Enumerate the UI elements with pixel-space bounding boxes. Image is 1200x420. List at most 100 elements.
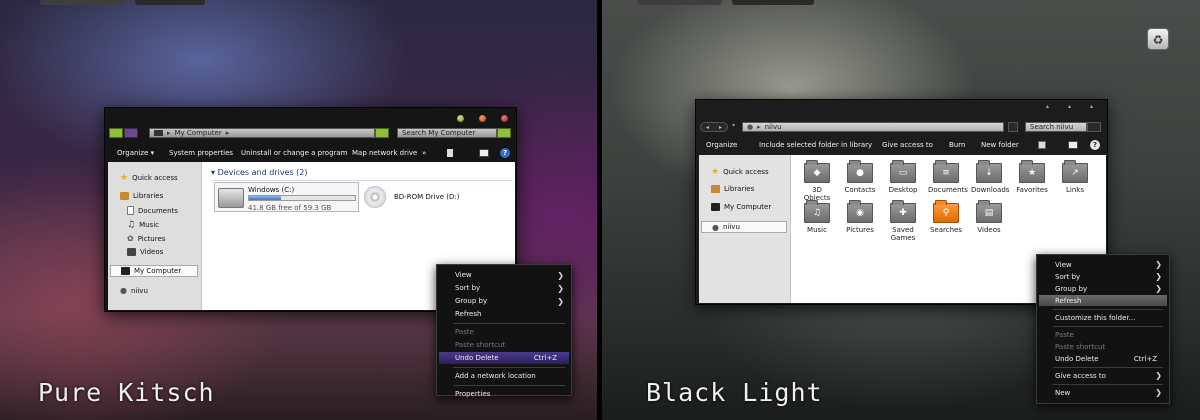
folder-icon: ♫ xyxy=(804,200,830,223)
help-icon[interactable]: ? xyxy=(1090,140,1100,150)
toolbar-map-drive[interactable]: Map network drive xyxy=(352,149,417,157)
nav-item-my-computer[interactable]: My Computer xyxy=(110,265,198,277)
nav-item-quick-access[interactable]: ★ Quick access xyxy=(120,173,178,183)
folder-icon: ◉ xyxy=(847,200,873,223)
search-button[interactable] xyxy=(497,128,511,138)
menu-item-new[interactable]: New ❯ xyxy=(1037,387,1169,398)
menu-item-properties[interactable]: Properties xyxy=(437,388,571,400)
back-forward-buttons[interactable]: ◂ ▸ xyxy=(700,122,728,132)
menu-item-paste-shortcut: Paste shortcut xyxy=(437,339,571,351)
back-arrow-icon[interactable]: ◂ xyxy=(706,124,709,131)
nav-item-libraries[interactable]: Libraries xyxy=(120,192,163,200)
toolbar-uninstall[interactable]: Uninstall or change a program xyxy=(241,149,348,157)
menu-item-label: Refresh xyxy=(1055,296,1082,305)
minimize-button[interactable]: ▴ xyxy=(1046,103,1049,110)
search-input[interactable]: Search niivu xyxy=(1025,122,1087,132)
menu-item-group-by[interactable]: Group by ❯ xyxy=(1037,283,1169,294)
menu-item-view[interactable]: View ❯ xyxy=(1037,259,1169,270)
computer-icon xyxy=(121,267,130,275)
folder-label: Links xyxy=(1066,186,1084,194)
close-button[interactable]: ▴ xyxy=(1090,103,1093,110)
section-header[interactable]: ▾ Devices and drives (2) xyxy=(211,168,308,177)
menu-item-refresh[interactable]: Refresh xyxy=(1039,295,1167,306)
folder-glyph-icon: ≡ xyxy=(942,168,950,178)
nav-item-my-computer[interactable]: My Computer xyxy=(711,203,771,211)
submenu-arrow-icon: ❯ xyxy=(557,296,564,306)
nav-item-user[interactable]: ● niivu xyxy=(120,286,148,295)
breadcrumb-arrow-icon: ▸ xyxy=(225,129,230,137)
folder-videos[interactable]: ▤ Videos xyxy=(971,200,1007,234)
view-options-icon[interactable] xyxy=(1038,141,1046,149)
toolbar-organize[interactable]: Organize ▾ xyxy=(117,149,154,157)
minimize-button[interactable] xyxy=(457,115,464,122)
top-tab xyxy=(40,0,126,5)
menu-item-sort-by[interactable]: Sort by ❯ xyxy=(437,282,571,294)
folder-glyph-icon: ↗ xyxy=(1071,168,1079,178)
folder-pictures[interactable]: ◉ Pictures xyxy=(842,200,878,234)
preview-pane-icon[interactable] xyxy=(479,149,489,157)
folder-searches[interactable]: ⚲ Searches xyxy=(928,200,964,234)
drive-d-tile[interactable]: BD-ROM Drive (D:) xyxy=(364,184,484,210)
toolbar-give-access[interactable]: Give access to xyxy=(882,141,933,149)
nav-item-pictures[interactable]: ✿ Pictures xyxy=(127,234,165,243)
menu-item-undo-delete[interactable]: Undo Delete Ctrl+Z xyxy=(439,352,569,364)
recent-locations-icon[interactable]: ▾ xyxy=(732,122,735,129)
folder-3d-objects[interactable]: ◆ 3D Objects xyxy=(799,160,835,202)
folder-favorites[interactable]: ★ Favorites xyxy=(1014,160,1050,194)
search-button[interactable] xyxy=(1087,122,1101,132)
forward-arrow-icon[interactable]: ▸ xyxy=(719,124,722,131)
close-button[interactable] xyxy=(501,115,508,122)
context-menu: View ❯ Sort by ❯ Group by ❯ Refresh Customize t… xyxy=(1036,254,1170,404)
recycle-bin-icon[interactable]: ♻ xyxy=(1147,28,1169,50)
menu-item-give-access-to[interactable]: Give access to ❯ xyxy=(1037,370,1169,381)
help-icon[interactable]: ? xyxy=(500,148,510,158)
menu-item-label: View xyxy=(455,271,472,279)
search-input[interactable]: Search My Computer xyxy=(397,128,497,138)
nav-item-videos[interactable]: Videos xyxy=(127,248,163,256)
folder-saved-games[interactable]: ✚ Saved Games xyxy=(885,200,921,242)
maximize-button[interactable] xyxy=(479,115,486,122)
folder-documents[interactable]: ≡ Documents xyxy=(928,160,968,194)
nav-item-music[interactable]: ♫ Music xyxy=(127,220,159,230)
refresh-button[interactable] xyxy=(1008,122,1018,132)
folder-icon: ✚ xyxy=(890,200,916,223)
toolbar-system-properties[interactable]: System properties xyxy=(169,149,233,157)
menu-item-group-by[interactable]: Group by ❯ xyxy=(437,295,571,307)
go-button[interactable] xyxy=(375,128,389,138)
nav-item-quick-access[interactable]: ★ Quick access xyxy=(711,167,769,177)
maximize-button[interactable]: ▴ xyxy=(1068,103,1071,110)
nav-item-user[interactable]: ● niivu xyxy=(701,221,787,233)
nav-item-libraries[interactable]: Libraries xyxy=(711,185,754,193)
toolbar-include-in-library[interactable]: Include selected folder in library xyxy=(759,141,872,149)
menu-item-customize-this-folder[interactable]: Customize this folder... xyxy=(1037,312,1169,323)
preview-pane-icon[interactable] xyxy=(1068,141,1078,149)
user-icon: ● xyxy=(747,123,754,131)
view-options-icon[interactable] xyxy=(447,149,453,157)
navigation-pane: ★ Quick access Libraries Documents ♫ Mus… xyxy=(108,162,202,310)
address-bar[interactable]: ▸ My Computer ▸ xyxy=(149,128,375,138)
toolbar-organize[interactable]: Organize xyxy=(706,141,737,149)
folder-label: Searches xyxy=(929,226,962,234)
folder-contacts[interactable]: ● Contacts xyxy=(842,160,878,194)
command-bar: Organize Include selected folder in libr… xyxy=(706,140,1102,150)
forward-button[interactable] xyxy=(124,128,138,138)
folder-desktop[interactable]: ▭ Desktop xyxy=(885,160,921,194)
menu-separator xyxy=(1053,309,1163,310)
menu-item-sort-by[interactable]: Sort by ❯ xyxy=(1037,271,1169,282)
menu-item-paste: Paste xyxy=(437,326,571,338)
toolbar-burn[interactable]: Burn xyxy=(949,141,965,149)
toolbar-new-folder[interactable]: New folder xyxy=(981,141,1019,149)
menu-item-view[interactable]: View ❯ xyxy=(437,269,571,281)
menu-item-undo-delete[interactable]: Undo Delete Ctrl+Z xyxy=(1037,353,1169,364)
address-bar[interactable]: ● ▸ niivu xyxy=(742,122,1004,132)
folder-downloads[interactable]: ↓ Downloads xyxy=(971,160,1009,194)
folder-music[interactable]: ♫ Music xyxy=(799,200,835,234)
toolbar-more[interactable]: » xyxy=(422,149,426,157)
nav-item-documents[interactable]: Documents xyxy=(127,206,178,215)
menu-item-add-a-network-location[interactable]: Add a network location xyxy=(437,370,571,382)
folder-glyph-icon: ● xyxy=(856,168,864,178)
drive-c-tile[interactable]: Windows (C:) 41.8 GB free of 59.3 GB xyxy=(214,182,359,212)
folder-links[interactable]: ↗ Links xyxy=(1057,160,1093,194)
back-button[interactable] xyxy=(109,128,123,138)
menu-item-refresh[interactable]: Refresh xyxy=(437,308,571,320)
